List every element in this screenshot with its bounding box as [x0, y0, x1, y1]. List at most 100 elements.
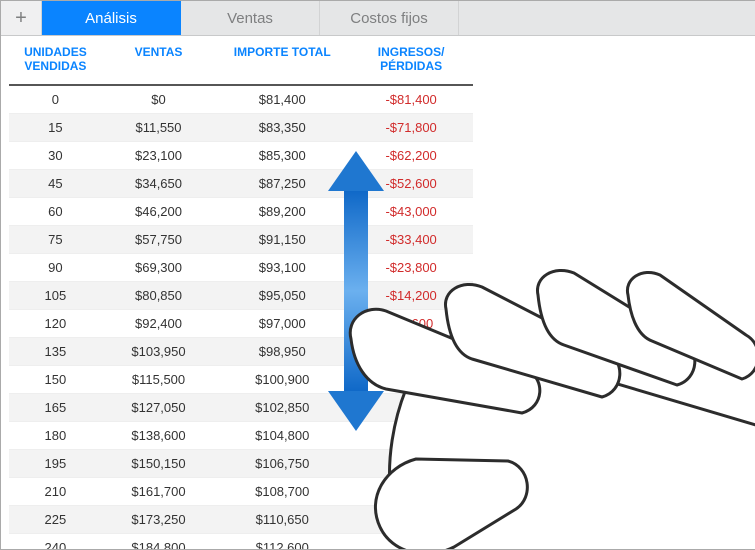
- cell-importe[interactable]: $81,400: [215, 85, 349, 114]
- table-row[interactable]: 195$150,150$106,750$43,4: [9, 449, 473, 477]
- cell-importe[interactable]: $100,900: [215, 365, 349, 393]
- cell-ventas[interactable]: $0: [102, 85, 215, 114]
- cell-ventas[interactable]: $184,800: [102, 533, 215, 549]
- cell-ventas[interactable]: $92,400: [102, 309, 215, 337]
- col-header-unidades[interactable]: UNIDADES VENDIDAS: [9, 35, 102, 85]
- tab-label: Costos fijos: [350, 10, 428, 27]
- cell-unidades[interactable]: 30: [9, 141, 102, 169]
- cell-importe[interactable]: $104,800: [215, 421, 349, 449]
- tab-ventas[interactable]: Ventas: [181, 1, 320, 35]
- cell-unidades[interactable]: 45: [9, 169, 102, 197]
- tab-label: Análisis: [85, 10, 137, 27]
- table-row[interactable]: 45$34,650$87,250-$52,600: [9, 169, 473, 197]
- cell-unidades[interactable]: 60: [9, 197, 102, 225]
- cell-unidades[interactable]: 210: [9, 477, 102, 505]
- table-row[interactable]: 240$184,800$112,600$7: [9, 533, 473, 549]
- cell-unidades[interactable]: 120: [9, 309, 102, 337]
- table-row[interactable]: 120$92,400$97,000-$4,600: [9, 309, 473, 337]
- table-row[interactable]: 105$80,850$95,050-$14,200: [9, 281, 473, 309]
- cell-ingresos[interactable]: -$71,800: [349, 113, 473, 141]
- cell-ventas[interactable]: $173,250: [102, 505, 215, 533]
- tab-label: Ventas: [227, 10, 273, 27]
- table-row[interactable]: 90$69,300$93,100-$23,800: [9, 253, 473, 281]
- cell-ingresos[interactable]: -$4,600: [349, 309, 473, 337]
- cell-importe[interactable]: $83,350: [215, 113, 349, 141]
- cell-importe[interactable]: $87,250: [215, 169, 349, 197]
- cell-unidades[interactable]: 90: [9, 253, 102, 281]
- cell-ventas[interactable]: $57,750: [102, 225, 215, 253]
- tab-costos-fijos[interactable]: Costos fijos: [320, 1, 459, 35]
- cell-importe[interactable]: $95,050: [215, 281, 349, 309]
- cell-unidades[interactable]: 150: [9, 365, 102, 393]
- cell-unidades[interactable]: 195: [9, 449, 102, 477]
- cell-ventas[interactable]: $80,850: [102, 281, 215, 309]
- table-row[interactable]: 0$0$81,400-$81,400: [9, 85, 473, 114]
- cell-importe[interactable]: $85,300: [215, 141, 349, 169]
- cell-importe[interactable]: $91,150: [215, 225, 349, 253]
- tab-analisis[interactable]: Análisis: [42, 1, 181, 35]
- cell-unidades[interactable]: 225: [9, 505, 102, 533]
- cell-ingresos[interactable]: -$14,200: [349, 281, 473, 309]
- cell-unidades[interactable]: 165: [9, 393, 102, 421]
- cell-ventas[interactable]: $103,950: [102, 337, 215, 365]
- cell-importe[interactable]: $102,850: [215, 393, 349, 421]
- cell-ventas[interactable]: $161,700: [102, 477, 215, 505]
- col-header-ingresos[interactable]: INGRESOS/ PÉRDIDAS: [349, 35, 473, 85]
- cell-importe[interactable]: $89,200: [215, 197, 349, 225]
- cell-importe[interactable]: $97,000: [215, 309, 349, 337]
- table-row[interactable]: 180$138,600$104,800$3: [9, 421, 473, 449]
- cell-ingresos[interactable]: [349, 393, 473, 421]
- cell-importe[interactable]: $93,100: [215, 253, 349, 281]
- add-tab-button[interactable]: +: [1, 1, 42, 35]
- cell-ingresos[interactable]: -$81,400: [349, 85, 473, 114]
- cell-ventas[interactable]: $69,300: [102, 253, 215, 281]
- cell-importe[interactable]: $112,600: [215, 533, 349, 549]
- table-row[interactable]: 30$23,100$85,300-$62,200: [9, 141, 473, 169]
- cell-ventas[interactable]: $115,500: [102, 365, 215, 393]
- cell-unidades[interactable]: 0: [9, 85, 102, 114]
- cell-ventas[interactable]: $11,550: [102, 113, 215, 141]
- cell-ventas[interactable]: $46,200: [102, 197, 215, 225]
- cell-unidades[interactable]: 75: [9, 225, 102, 253]
- table-row[interactable]: 150$115,500$100,900: [9, 365, 473, 393]
- cell-ventas[interactable]: $150,150: [102, 449, 215, 477]
- cell-ingresos[interactable]: $7: [349, 533, 473, 549]
- table-row[interactable]: 165$127,050$102,850: [9, 393, 473, 421]
- cell-importe[interactable]: $108,700: [215, 477, 349, 505]
- col-header-ventas[interactable]: VENTAS: [102, 35, 215, 85]
- table-row[interactable]: 15$11,550$83,350-$71,800: [9, 113, 473, 141]
- cell-ingresos[interactable]: $5: [349, 477, 473, 505]
- cell-ingresos[interactable]: [349, 337, 473, 365]
- table-scroll-area[interactable]: UNIDADES VENDIDAS VENTAS IMPORTE TOTAL I…: [1, 35, 755, 549]
- cell-ingresos[interactable]: [349, 365, 473, 393]
- cell-unidades[interactable]: 240: [9, 533, 102, 549]
- cell-ingresos[interactable]: -$43,000: [349, 197, 473, 225]
- table-row[interactable]: 75$57,750$91,150-$33,400: [9, 225, 473, 253]
- table-row[interactable]: 60$46,200$89,200-$43,000: [9, 197, 473, 225]
- cell-unidades[interactable]: 135: [9, 337, 102, 365]
- cell-ventas[interactable]: $34,650: [102, 169, 215, 197]
- table-body: 0$0$81,400-$81,40015$11,550$83,350-$71,8…: [9, 85, 473, 549]
- data-table: UNIDADES VENDIDAS VENTAS IMPORTE TOTAL I…: [9, 35, 473, 549]
- cell-importe[interactable]: $98,950: [215, 337, 349, 365]
- cell-ingresos[interactable]: $3: [349, 421, 473, 449]
- cell-ingresos[interactable]: -$52,600: [349, 169, 473, 197]
- cell-importe[interactable]: $106,750: [215, 449, 349, 477]
- cell-ingresos[interactable]: -$23,800: [349, 253, 473, 281]
- app-frame: + Análisis Ventas Costos fijos UNIDADES …: [0, 0, 755, 550]
- table-row[interactable]: 135$103,950$98,950: [9, 337, 473, 365]
- cell-importe[interactable]: $110,650: [215, 505, 349, 533]
- table-row[interactable]: 225$173,250$110,650$62: [9, 505, 473, 533]
- cell-ingresos[interactable]: -$33,400: [349, 225, 473, 253]
- cell-ventas[interactable]: $23,100: [102, 141, 215, 169]
- cell-ingresos[interactable]: -$62,200: [349, 141, 473, 169]
- col-header-importe[interactable]: IMPORTE TOTAL: [215, 35, 349, 85]
- cell-unidades[interactable]: 15: [9, 113, 102, 141]
- cell-ingresos[interactable]: $43,4: [349, 449, 473, 477]
- cell-ventas[interactable]: $127,050: [102, 393, 215, 421]
- cell-unidades[interactable]: 105: [9, 281, 102, 309]
- cell-ventas[interactable]: $138,600: [102, 421, 215, 449]
- table-row[interactable]: 210$161,700$108,700$5: [9, 477, 473, 505]
- cell-ingresos[interactable]: $62: [349, 505, 473, 533]
- cell-unidades[interactable]: 180: [9, 421, 102, 449]
